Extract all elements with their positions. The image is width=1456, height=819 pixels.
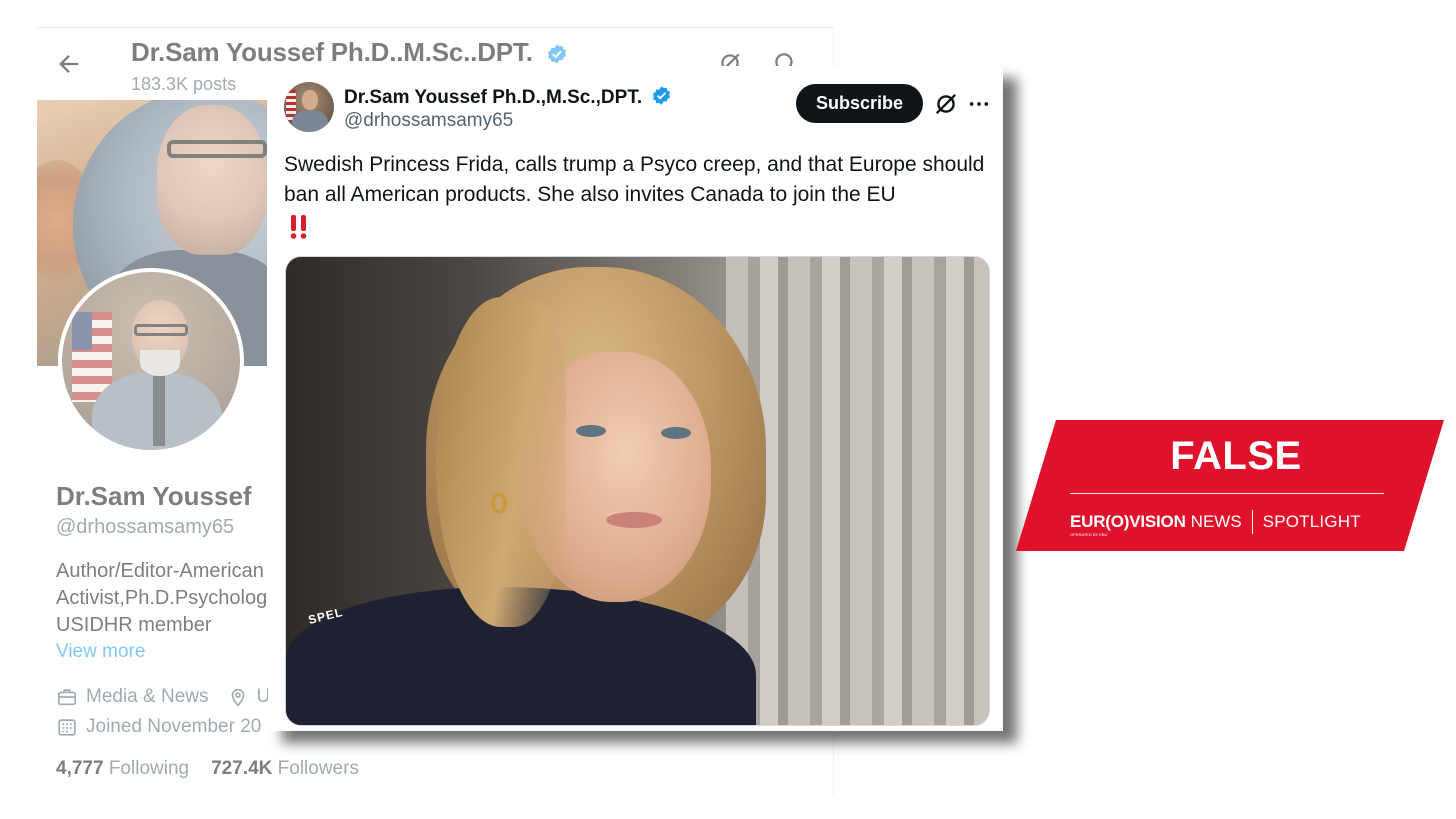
view-more-link[interactable]: View more	[56, 641, 145, 663]
tweet-author-name-text: Dr.Sam Youssef Ph.D.,M.Sc.,DPT.	[344, 87, 643, 108]
tweet-photo[interactable]: SPEL	[285, 256, 990, 726]
brand-separator	[1251, 510, 1253, 534]
tweet-author-name[interactable]: Dr.Sam Youssef Ph.D.,M.Sc.,DPT.	[344, 85, 672, 109]
followers-count: 727.4K	[211, 758, 273, 779]
false-verdict-badge: FALSE EUR(O)VISION NEWS SPOTLIGHT OPERAT…	[1016, 420, 1444, 551]
profile-bio-line: USIDHR member	[56, 614, 212, 636]
profile-joined: Joined November 20	[86, 716, 262, 737]
profile-bio-line: Activist,Ph.D.Psycholog	[56, 587, 268, 609]
tweet-card: Dr.Sam Youssef Ph.D.,M.Sc.,DPT. @drhossa…	[268, 66, 1003, 731]
followers-link[interactable]: 727.4K Followers	[211, 758, 359, 779]
profile-bio: Author/Editor-American Activist,Ph.D.Psy…	[56, 558, 286, 639]
location-pin-icon	[231, 688, 244, 707]
earring	[491, 492, 507, 514]
following-label: Following	[108, 758, 190, 779]
profile-bio-line: Author/Editor-American	[56, 560, 264, 582]
following-link[interactable]: 4,777 Following	[56, 758, 189, 779]
brand-spotlight: SPOTLIGHT	[1262, 512, 1361, 531]
subscribe-button[interactable]: Subscribe	[796, 84, 923, 123]
profile-display-name: Dr.Sam Youssef	[56, 481, 252, 511]
back-arrow-icon[interactable]	[55, 50, 83, 78]
profile-follow-stats: 4,777 Following 727.4K Followers	[56, 758, 359, 780]
following-count: 4,777	[56, 758, 104, 779]
brand-news: NEWS	[1190, 512, 1242, 531]
followers-label: Followers	[277, 758, 359, 779]
verified-badge-icon	[653, 86, 671, 105]
briefcase-icon	[57, 689, 77, 706]
profile-handle: @drhossamsamy65	[56, 516, 235, 538]
profile-avatar[interactable]	[58, 268, 244, 454]
profile-header-name-text: Dr.Sam Youssef Ph.D..M.Sc..DPT.	[131, 37, 533, 67]
brand-eurovision: EUR(O)VISION	[1070, 512, 1186, 531]
profile-post-count: 183.3K posts	[131, 74, 237, 94]
more-options-icon[interactable]	[968, 91, 990, 117]
tweet-author-avatar[interactable]	[284, 82, 334, 132]
verdict-label: FALSE	[1170, 434, 1302, 478]
profile-header-name: Dr.Sam Youssef Ph.D..M.Sc..DPT.	[131, 37, 568, 68]
profile-category: Media & News	[86, 686, 209, 707]
verdict-divider	[1070, 493, 1384, 494]
grok-icon[interactable]	[933, 91, 959, 117]
profile-meta: Media & News U Joined November 20	[56, 682, 271, 742]
brand-operated-by: OPERATED BY EBU	[1070, 532, 1108, 537]
verified-badge-icon	[547, 44, 566, 64]
calendar-icon	[58, 719, 76, 736]
double-exclamation-emoji-icon	[290, 215, 307, 239]
tweet-author-handle[interactable]: @drhossamsamy65	[344, 110, 513, 132]
tweet-text: Swedish Princess Frida, calls trump a Ps…	[284, 153, 985, 206]
eurovision-news-spotlight-logo: EUR(O)VISION NEWS SPOTLIGHT	[1070, 510, 1361, 534]
